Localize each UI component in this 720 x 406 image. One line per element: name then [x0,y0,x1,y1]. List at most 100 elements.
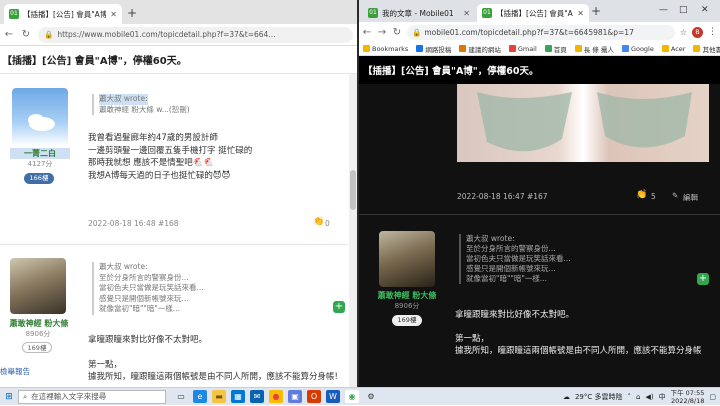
photo-image [477,92,692,152]
tab-my-articles[interactable]: 01 我的文章 - Mobile01 ✕ [363,4,475,22]
chevron-up-icon[interactable]: ˄ [627,393,631,401]
edit-icon[interactable]: ✎ [672,191,678,200]
bookmark-label: Gmail [517,44,537,53]
tab-title: 【插播】[公告] 會員"A博"，停權60 [23,9,107,19]
bookmark-item[interactable]: 首頁 [544,44,567,54]
store-icon[interactable]: ▦ [231,390,245,403]
edge-icon[interactable]: e [193,390,207,403]
office-icon[interactable]: O [307,390,321,403]
post-body: 拿曈跟瞳來對比好像不太對吧。 第一點， 據我所知，曈跟瞳這兩個帳號是由不同人所開… [455,309,717,357]
post-body: 拿曈跟瞳來對比好像不太對吧。 第一點， 據我所知，曈跟瞳這兩個帳號是由不同人所開… [88,334,350,384]
post-line: 拿曈跟瞳來對比好像不太對吧。 [455,310,575,320]
weather-text[interactable]: 29°C 多雲時陰 [575,392,623,402]
settings-icon[interactable]: ⚙ [364,390,378,403]
avatar[interactable] [379,231,435,287]
search-icon: ⌕ [23,391,28,401]
folder-icon [416,45,424,52]
windows-start-icon[interactable]: ⊞ [0,392,18,402]
windows-taskbar: ⊞ ⌕ 在這裡輸入文字來搜尋 ▭ e ▬ ▦ ✉ ● ▣ O W ◉ ⚙ ☁ 2… [0,387,720,405]
bookmark-item[interactable]: Gmail [508,44,537,53]
clap-icon[interactable]: 👏 [636,190,647,200]
file-explorer-icon[interactable]: ▬ [212,390,226,403]
minimize-icon[interactable]: — [659,5,668,15]
forward-icon[interactable]: → [377,27,387,38]
address-bar[interactable]: 🔒 https://www.mobile01.com/topicdetail.p… [38,26,353,43]
mail-icon[interactable]: ✉ [250,390,264,403]
post-line: 我曾看過髮廊年約47歲的男設計師 [88,133,218,143]
language-icon[interactable]: 中 [659,392,666,402]
address-text: mobile01.com/topicdetail.php?f=37&t=6645… [424,27,634,37]
plus-button[interactable]: + [697,273,709,285]
chrome-icon[interactable]: ◉ [345,390,359,403]
clap-icon[interactable]: 👏 [313,217,324,227]
search-placeholder: 在這裡輸入文字來搜尋 [31,392,107,401]
scrollbar[interactable] [349,74,357,387]
close-tab-icon[interactable]: ✕ [577,9,584,18]
tab-topic[interactable]: 01 【插播】[公告] 會員"A博"，停權 ✕ [477,4,589,22]
quote-line: 就像當初"暗""暗"一樣... [99,304,180,313]
bookmark-item[interactable]: 長 條 攝人 [574,44,614,54]
address-bar[interactable]: 🔒 mobile01.com/topicdetail.php?f=37&t=66… [407,24,675,40]
network-icon[interactable]: ⌂ [636,393,640,401]
plus-button[interactable]: + [333,301,345,313]
new-tab-button[interactable]: + [591,4,601,18]
edit-button[interactable]: 編輯 [683,192,698,203]
topic-title: 【插播】[公告] 會員"A博"，停權60天。 [0,46,357,74]
report-link[interactable]: 檢舉報告 [0,366,30,377]
close-window-icon[interactable]: ✕ [701,5,709,15]
tab-title: 我的文章 - Mobile01 [382,8,454,18]
close-tab-icon[interactable]: ✕ [110,10,117,19]
points: 4127分 [27,160,53,168]
weather-icon[interactable]: ☁ [563,393,570,401]
like-count: 0 [325,219,330,228]
scrollbar-thumb[interactable] [350,170,356,210]
post-line: 第一點， [455,334,490,344]
chrome-icon[interactable]: ● [269,390,283,403]
left-active-tab[interactable]: 01 【插播】[公告] 會員"A博"，停權60 ✕ [4,4,122,24]
maximize-icon[interactable]: □ [679,5,688,15]
left-browser-window: 01 【插播】[公告] 會員"A博"，停權60 ✕ + ← ↻ 🔒 https:… [0,0,357,387]
refresh-icon[interactable]: ↻ [21,29,31,40]
star-icon[interactable]: ☆ [680,28,687,37]
bookmark-label: Bookmarks [372,44,409,53]
back-icon[interactable]: ← [4,29,14,40]
bookmark-item[interactable]: Bookmarks [363,45,408,53]
close-tab-icon[interactable]: ✕ [463,9,470,18]
mobile01-favicon-icon: 01 [368,8,378,18]
lock-icon: 🔒 [44,30,54,39]
username[interactable]: 蕭敢神經 粉大條 [371,290,443,301]
like-count: 5 [651,192,656,201]
bookmark-item[interactable]: 建議的網站 [459,44,501,54]
clock[interactable]: 下午 07:55 2022/8/18 [671,389,705,405]
points: 8906分 [25,330,51,338]
bookmark-item[interactable]: Google [621,45,654,53]
profile-avatar[interactable]: B [692,26,703,38]
post-line: 第一點， [88,359,123,370]
post-168: 一菁二白 4127分 166樓 蕭大叔 wrote: 蕭敢神經 粉大條 w...… [0,74,348,234]
task-view-icon[interactable]: ▭ [174,390,188,403]
quote-block: 蕭大叔 wrote: 至於分身所言的警察身份... 當初色夫只當做是玩笑話來看.… [459,234,699,284]
word-icon[interactable]: W [326,390,340,403]
quote-block: 蕭大叔 wrote: 至於分身所言的警察身份... 當初色夫只當做是玩笑話來看.… [92,262,312,315]
refresh-icon[interactable]: ↻ [392,27,402,38]
notification-icon[interactable]: ▢ [709,393,716,401]
new-tab-button[interactable]: + [127,6,137,20]
photos-icon[interactable]: ▣ [288,390,302,403]
username[interactable]: 蕭敢神經 粉大條 [4,318,74,329]
back-icon[interactable]: ← [362,27,372,38]
menu-icon[interactable]: ⋮ [708,27,717,37]
avatar[interactable] [12,88,68,146]
floor-badge: 166樓 [24,173,54,184]
taskbar-search[interactable]: ⌕ 在這裡輸入文字來搜尋 [18,389,166,404]
bookmark-label: 長 條 攝人 [583,45,614,54]
post-line: 那時我就想 應該不是情聖吧🐔🐔 [88,158,214,168]
post-body: 我曾看過髮廊年約47歲的男設計師 一邊剪頭髮一邊回覆五隻手機打字 挺忙碌的 那時… [88,132,338,182]
bookmark-item[interactable]: Acer [661,45,685,53]
post-photo[interactable] [457,84,709,162]
username[interactable]: 一菁二白 [10,148,70,159]
speaker-icon[interactable]: ◀) [645,393,653,401]
bookmark-item[interactable]: 網路投稿 [416,44,451,54]
quote-author: 蕭大叔 wrote: [99,262,148,271]
bookmark-item[interactable]: 其他書籤 [693,44,720,54]
avatar[interactable] [10,258,66,314]
